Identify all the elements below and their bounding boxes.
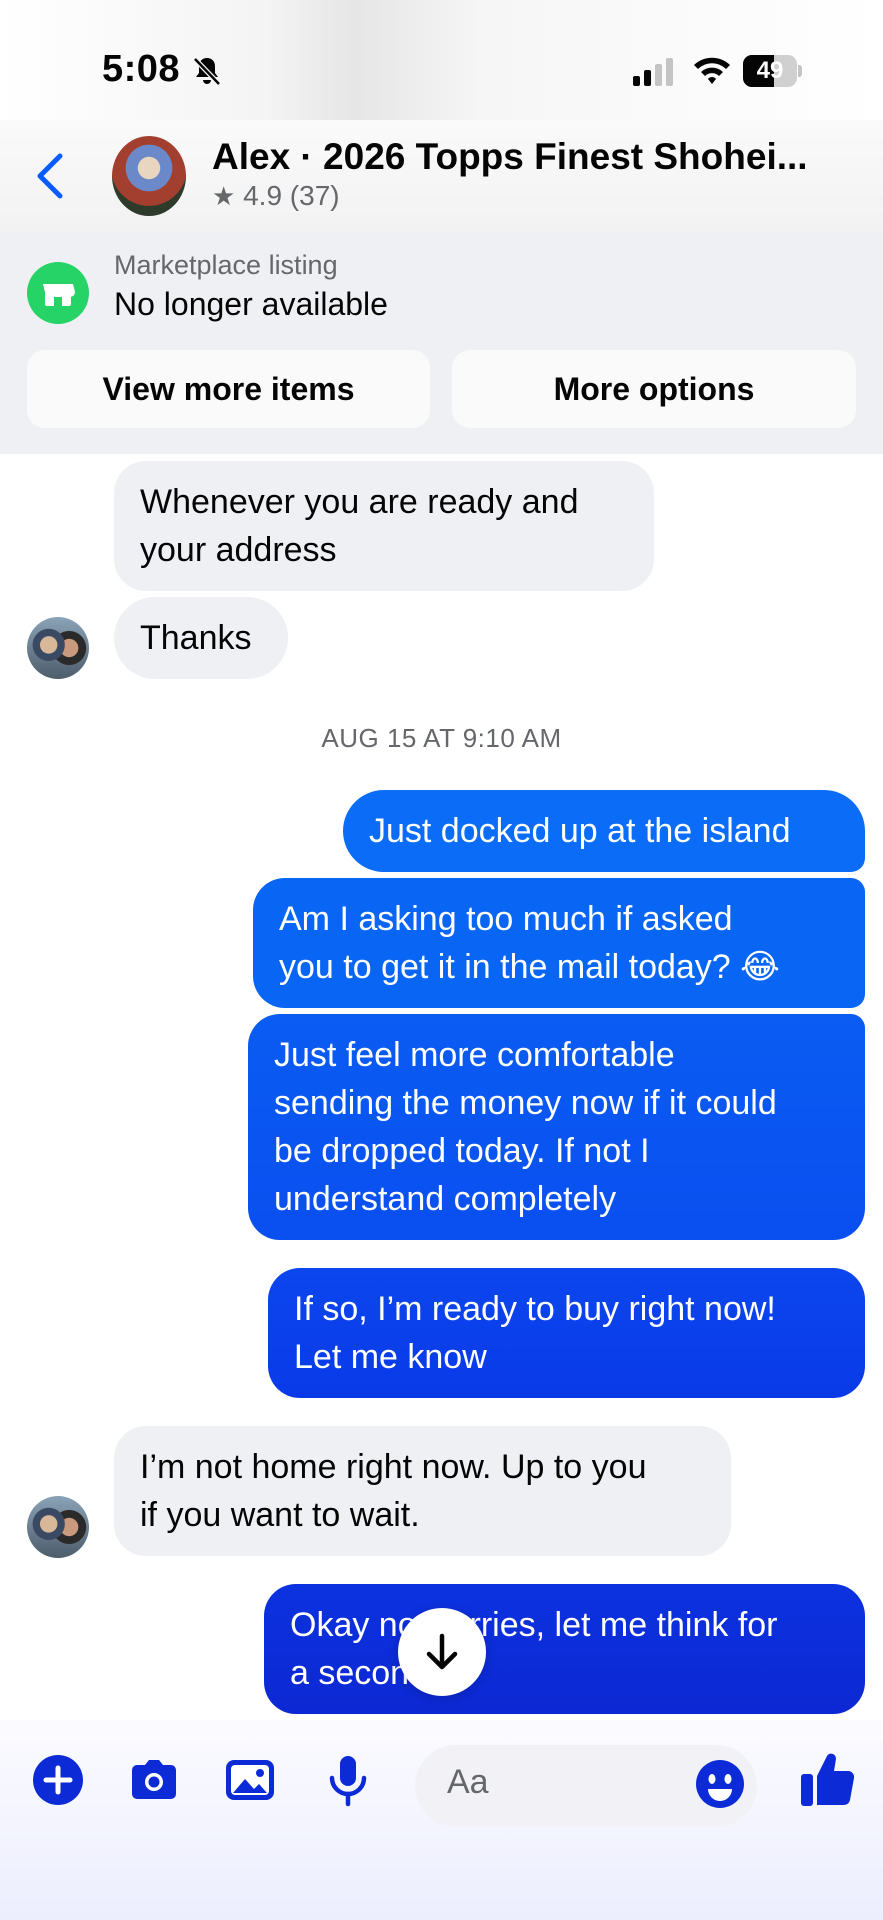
message-line: a second [290,1654,428,1692]
message-bubble[interactable]: Am I asking too much if asked you to get … [253,878,865,1008]
message-input-placeholder: Aa [447,1763,489,1801]
wifi-icon [694,57,730,84]
message-text: If so, I’m ready to buy right now! Let me… [294,1285,776,1381]
battery-icon: 49 [743,55,803,87]
message-line: Just feel more comfortable [274,1036,675,1074]
star-icon: ★ [212,181,236,211]
message-text: Whenever you are ready and your address [140,478,578,574]
bell-slash-icon [193,57,221,86]
message-line: Whenever you are ready and [140,483,579,521]
seller-rating: ★ 4.9 (37) [212,180,340,212]
photo-icon[interactable] [222,1752,278,1808]
message-text: Just feel more comfortable sending the m… [274,1031,777,1223]
avatar[interactable] [27,617,89,679]
message-line: If so, I’m ready to buy right now! [294,1290,776,1328]
message-line: Am I asking too much if asked [279,900,733,938]
arrow-down-icon [426,1633,458,1670]
message-bubble[interactable]: Okay no worries, let me think for a secon… [264,1584,865,1714]
more-options-button[interactable]: More options [452,350,856,428]
listing-status: No longer available [114,286,388,322]
message-bubble[interactable]: Just docked up at the island [343,790,865,872]
message-line: Let me know [294,1338,487,1376]
conversation-title[interactable]: Alex · 2026 Topps Finest Shohei... [212,136,808,178]
view-more-items-button[interactable]: View more items [27,350,430,428]
message-line: understand completely [274,1180,617,1218]
rating-value: 4.9 (37) [243,180,340,211]
message-bubble[interactable]: Just feel more comfortable sending the m… [248,1014,865,1240]
message-line: you to get it in the mail today? 😂 [279,948,780,986]
message-line: sending the money now if it could [274,1084,777,1122]
message-bubble[interactable]: I’m not home right now. Up to you if you … [114,1426,731,1556]
message-text: Am I asking too much if asked you to get … [279,895,780,991]
camera-icon[interactable] [126,1752,182,1808]
signal-icon [633,58,673,86]
message-bubble[interactable]: Thanks [114,597,288,679]
emoji-icon[interactable] [694,1758,746,1810]
message-line: if you want to wait. [140,1496,420,1534]
listing-avatar[interactable] [112,136,186,216]
message-bubble[interactable]: Whenever you are ready and your address [114,461,654,591]
message-line: your address [140,531,337,569]
thumbs-up-icon[interactable] [798,1748,856,1810]
timestamp: AUG 15 AT 9:10 AM [321,723,562,753]
scroll-to-bottom-button[interactable] [398,1608,486,1696]
battery-level: 49 [756,57,784,84]
plus-icon[interactable] [30,1752,86,1808]
message-line: Okay no worries, let me think for [290,1606,778,1644]
message-text: Just docked up at the island [369,812,791,850]
shop-icon [27,262,89,324]
message-text: Thanks [140,619,252,657]
status-time: 5:08 [102,48,181,90]
marketplace-label: Marketplace listing [114,250,338,280]
microphone-icon[interactable] [320,1752,376,1808]
avatar[interactable] [27,1496,89,1558]
message-text: I’m not home right now. Up to you if you … [140,1443,646,1539]
message-bubble[interactable]: If so, I’m ready to buy right now! Let me… [268,1268,865,1398]
message-line: be dropped today. If not I [274,1132,650,1170]
message-text: Okay no worries, let me think for a secon… [290,1601,778,1697]
back-icon[interactable] [30,148,70,204]
message-line: I’m not home right now. Up to you [140,1448,647,1486]
